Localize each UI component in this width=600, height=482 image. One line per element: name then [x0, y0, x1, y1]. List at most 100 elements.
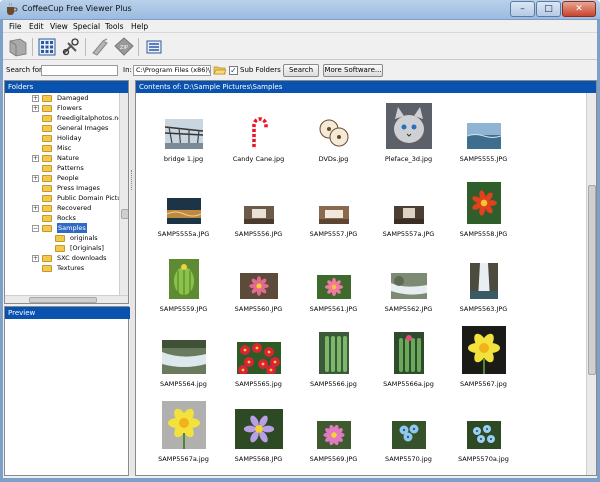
thumbnail-image[interactable] [466, 123, 501, 149]
scrollbar-thumb[interactable] [29, 297, 97, 303]
thumbnail-image[interactable] [390, 273, 427, 299]
menu-edit[interactable]: Edit [29, 22, 44, 31]
subfolders-checkbox[interactable]: ✓ [229, 66, 238, 75]
folder-item[interactable]: [Originals] [5, 243, 119, 253]
thumbnail-image[interactable] [318, 206, 349, 224]
menu-view[interactable]: View [50, 22, 68, 31]
thumbnail-image[interactable] [316, 275, 351, 299]
thumbnail-item[interactable]: SAMP5564.jpg [146, 324, 221, 399]
thumbnail-image[interactable] [161, 401, 206, 449]
thumbnail-image[interactable] [319, 117, 349, 149]
thumbnail-item[interactable]: bridge 1.jpg [146, 99, 221, 174]
scrollbar-thumb[interactable] [588, 185, 596, 375]
expand-icon[interactable]: + [32, 205, 39, 212]
thumbnail-image[interactable] [239, 273, 278, 299]
thumbnail-image[interactable] [466, 421, 501, 449]
menu-special[interactable]: Special [73, 22, 100, 31]
path-input[interactable]: C:\Program Files (x86)\Co [133, 65, 211, 76]
browse-folder-icon[interactable] [213, 64, 226, 76]
thumbnails-icon[interactable] [36, 37, 58, 57]
folder-tree-hscrollbar[interactable] [5, 295, 128, 303]
thumbnail-item[interactable]: SAMP5565.jpg [221, 324, 296, 399]
folder-item[interactable]: Textures [5, 263, 119, 273]
thumbnail-image[interactable] [318, 332, 349, 374]
menu-tools[interactable]: Tools [105, 22, 123, 31]
thumbnail-item[interactable]: SAMP5559.JPG [146, 249, 221, 324]
thumbnail-image[interactable] [466, 182, 501, 224]
folder-item[interactable]: + Damaged [5, 93, 119, 103]
folder-item[interactable]: Misc [5, 143, 119, 153]
thumbnail-item[interactable]: SAMP5557a.JPG [371, 174, 446, 249]
expand-icon[interactable]: + [32, 95, 39, 102]
thumbnail-image[interactable] [234, 409, 283, 449]
thumbnail-image[interactable] [246, 115, 272, 149]
thumbnail-item[interactable]: SAMP5570a.jpg [446, 399, 521, 474]
thumbnail-item[interactable]: SAMP5570.jpg [371, 399, 446, 474]
thumbnail-item[interactable]: SAMP5555a.JPG [146, 174, 221, 249]
folder-item[interactable]: + SXC downloads [5, 253, 119, 263]
thumbnail-item[interactable]: SAMP5569.JPG [296, 399, 371, 474]
thumbnail-item[interactable]: SAMP5561.JPG [296, 249, 371, 324]
expand-icon[interactable]: + [32, 255, 39, 262]
gallery-icon[interactable] [143, 37, 165, 57]
expand-icon[interactable]: + [32, 155, 39, 162]
thumbnail-item[interactable]: SAMP5557.JPG [296, 174, 371, 249]
thumbnail-image[interactable] [316, 421, 351, 449]
thumbnail-image[interactable] [161, 340, 206, 374]
folder-item[interactable]: General Images [5, 123, 119, 133]
thumbnail-image[interactable] [469, 263, 498, 299]
folder-item[interactable]: Patterns [5, 163, 119, 173]
expand-icon[interactable]: + [32, 105, 39, 112]
thumbnail-item[interactable]: SAMP5567.jpg [446, 324, 521, 399]
folder-item[interactable]: + Recovered [5, 203, 119, 213]
maximize-button[interactable]: □ [536, 1, 561, 17]
thumbnail-image[interactable] [164, 119, 203, 149]
title-bar[interactable]: CoffeeCup Free Viewer Plus – □ ✕ [0, 0, 600, 20]
thumbnail-item[interactable]: Candy Cane.jpg [221, 99, 296, 174]
folder-item[interactable]: Press Images [5, 183, 119, 193]
menu-help[interactable]: Help [131, 22, 148, 31]
thumbnail-image[interactable] [168, 259, 199, 299]
folder-item[interactable]: Rocks [5, 213, 119, 223]
contents-vscrollbar[interactable] [586, 93, 596, 475]
thumbnail-item[interactable]: Pleface_3d.jpg [371, 99, 446, 174]
thumbnail-image[interactable] [243, 206, 274, 224]
thumbnail-image[interactable] [393, 332, 424, 374]
thumbnail-item[interactable]: SAMP5568.JPG [221, 399, 296, 474]
folder-item[interactable]: originals [5, 233, 119, 243]
thumbnail-image[interactable] [391, 421, 426, 449]
thumbnail-item[interactable]: SAMP5566.jpg [296, 324, 371, 399]
crop-tool-icon[interactable] [60, 37, 82, 57]
collapse-icon[interactable]: − [32, 225, 39, 232]
thumbnail-image[interactable] [461, 326, 506, 374]
search-button[interactable]: Search [283, 64, 319, 77]
thumbnail-item[interactable]: DVDs.jpg [296, 99, 371, 174]
more-software-button[interactable]: More Software... [323, 64, 383, 77]
thumbnail-item[interactable]: SAMP5560.JPG [221, 249, 296, 324]
thumbnail-item[interactable]: SAMP5555.JPG [446, 99, 521, 174]
back-icon[interactable] [7, 37, 29, 57]
folder-item[interactable]: freedigitalphotos.net [5, 113, 119, 123]
thumbnail-image[interactable] [385, 103, 432, 149]
folder-tree-vscrollbar[interactable] [119, 93, 128, 295]
thumbnail-image[interactable] [236, 342, 281, 374]
folder-item[interactable]: + Flowers [5, 103, 119, 113]
folder-item[interactable]: Holiday [5, 133, 119, 143]
folder-item[interactable]: + People [5, 173, 119, 183]
plugin-icon[interactable] [89, 37, 111, 57]
thumbnail-image[interactable] [393, 206, 424, 224]
folder-item[interactable]: Public Domain Pictur [5, 193, 119, 203]
menu-file[interactable]: File [9, 22, 22, 31]
thumbnail-image[interactable] [166, 198, 201, 224]
close-button[interactable]: ✕ [562, 1, 596, 17]
thumbnail-item[interactable]: SAMP5556.JPG [221, 174, 296, 249]
search-input[interactable] [41, 65, 118, 76]
folder-item[interactable]: + Nature [5, 153, 119, 163]
thumbnail-item[interactable]: SAMP5562.JPG [371, 249, 446, 324]
thumbnail-item[interactable]: SAMP5563.JPG [446, 249, 521, 324]
zip-icon[interactable]: ZIP [113, 37, 135, 57]
expand-icon[interactable]: + [32, 175, 39, 182]
thumbnail-item[interactable]: SAMP5558.JPG [446, 174, 521, 249]
folder-item[interactable]: − Samples [5, 223, 119, 233]
thumbnail-item[interactable]: SAMP5566a.jpg [371, 324, 446, 399]
